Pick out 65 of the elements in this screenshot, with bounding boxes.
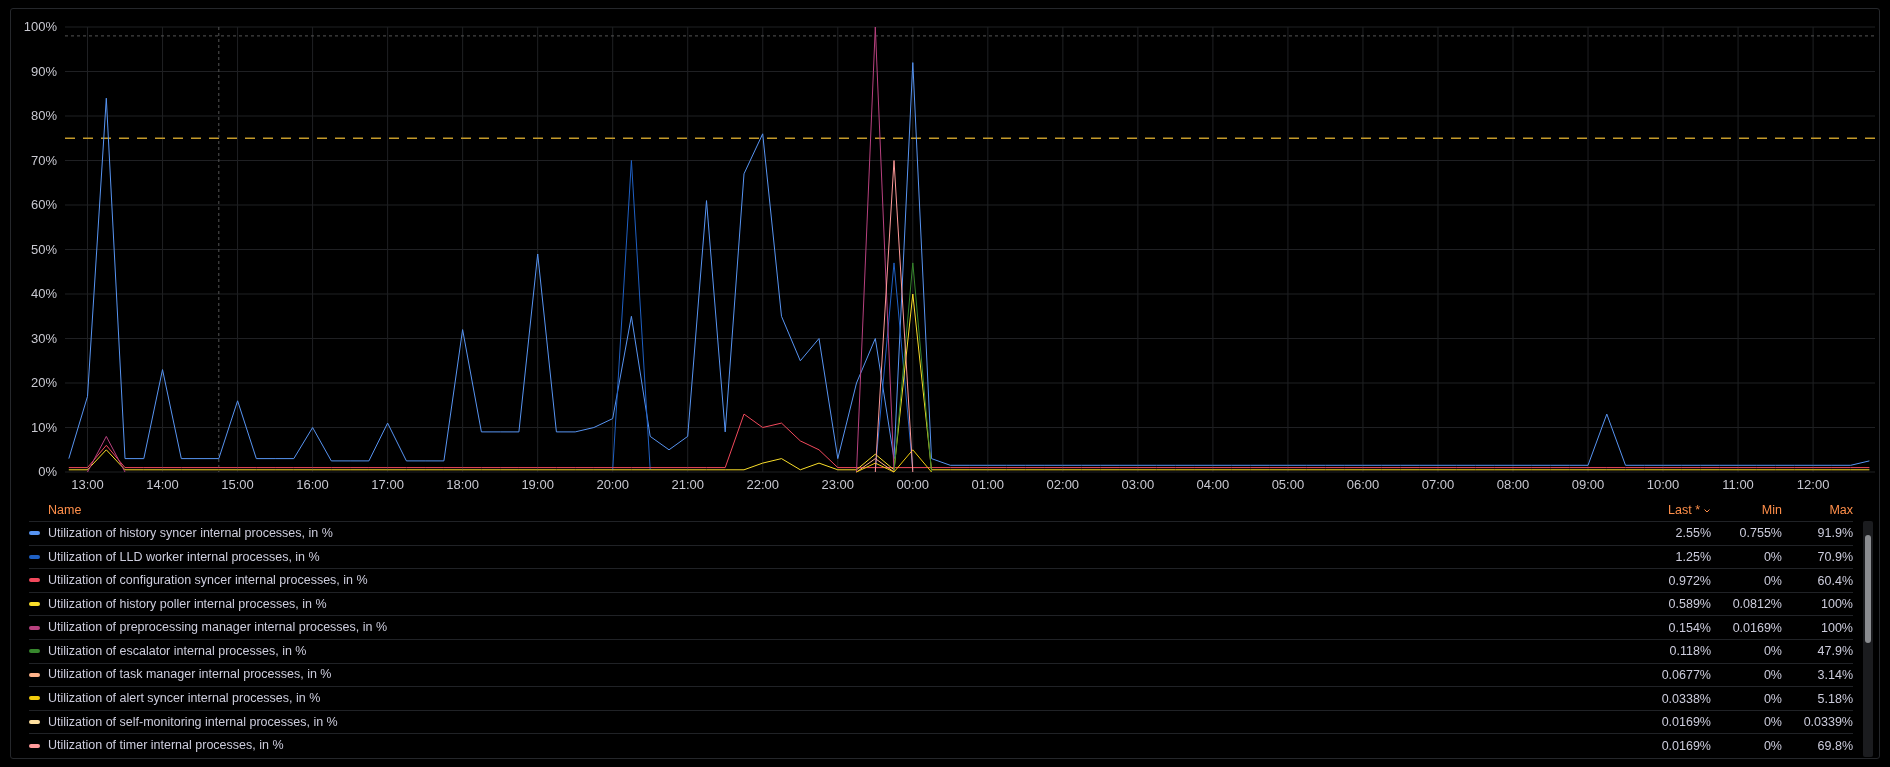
last-value: 0.118% bbox=[1669, 644, 1711, 659]
y-axis-label: 100% bbox=[23, 19, 57, 34]
x-axis-label: 00:00 bbox=[896, 477, 930, 492]
min-value: 0% bbox=[1763, 573, 1782, 588]
last-value: 0.0677% bbox=[1661, 668, 1711, 682]
max-value: 47.9% bbox=[1817, 644, 1853, 659]
min-value: 0% bbox=[1763, 668, 1782, 682]
x-axis-label: 03:00 bbox=[1121, 477, 1155, 492]
min-value: 0% bbox=[1763, 550, 1782, 564]
last-value: 0.154% bbox=[1668, 620, 1711, 635]
max-value: 70.9% bbox=[1817, 550, 1853, 564]
last-value: 2.55% bbox=[1675, 526, 1711, 541]
max-value: 91.9% bbox=[1817, 526, 1853, 541]
x-axis-label: 04:00 bbox=[1196, 477, 1230, 492]
x-axis-label: 07:00 bbox=[1421, 477, 1455, 492]
x-axis-label: 10:00 bbox=[1646, 477, 1680, 492]
y-axis-label: 60% bbox=[30, 197, 57, 212]
min-value: 0% bbox=[1763, 738, 1782, 753]
x-axis-label: 18:00 bbox=[446, 477, 479, 492]
y-axis-label: 80% bbox=[30, 108, 57, 123]
x-axis-label: 06:00 bbox=[1346, 477, 1380, 492]
y-axis-label: 40% bbox=[30, 286, 57, 301]
last-value: 0.0169% bbox=[1661, 738, 1711, 753]
last-value: 0.589% bbox=[1668, 597, 1711, 612]
y-axis-label: 0% bbox=[38, 464, 57, 479]
x-axis-label: 01:00 bbox=[971, 477, 1005, 492]
max-value: 0.0339% bbox=[1803, 715, 1853, 730]
max-value: 60.4% bbox=[1817, 573, 1853, 588]
max-value: 100% bbox=[1821, 620, 1853, 635]
max-value: 69.8% bbox=[1817, 738, 1853, 753]
min-value: 0.0169% bbox=[1732, 620, 1782, 635]
min-value: 0% bbox=[1763, 715, 1782, 730]
x-axis-label: 14:00 bbox=[146, 477, 179, 492]
min-value: 0.755% bbox=[1739, 526, 1782, 541]
x-axis-label: 13:00 bbox=[71, 477, 104, 492]
max-value: 100% bbox=[1821, 597, 1853, 612]
x-axis-label: 21:00 bbox=[671, 477, 704, 492]
last-value: 0.0338% bbox=[1661, 691, 1711, 706]
x-axis-label: 11:00 bbox=[1722, 477, 1754, 492]
x-axis-label: 02:00 bbox=[1046, 477, 1080, 492]
x-axis-label: 19:00 bbox=[521, 477, 554, 492]
x-axis-label: 22:00 bbox=[746, 477, 779, 492]
y-axis-label: 70% bbox=[30, 152, 57, 168]
x-axis-label: 08:00 bbox=[1496, 477, 1530, 492]
x-axis-label: 09:00 bbox=[1571, 477, 1605, 492]
x-axis-label: 23:00 bbox=[821, 477, 855, 492]
max-value: 5.18% bbox=[1817, 691, 1853, 706]
y-axis-label: 90% bbox=[30, 63, 57, 79]
max-value: 3.14% bbox=[1817, 668, 1853, 682]
y-axis-label: 10% bbox=[30, 419, 57, 435]
min-value: 0% bbox=[1763, 691, 1782, 706]
x-axis-label: 20:00 bbox=[596, 477, 629, 492]
y-axis-label: 30% bbox=[30, 330, 57, 346]
last-value: 1.25% bbox=[1675, 550, 1711, 564]
x-axis-label: 12:00 bbox=[1796, 477, 1830, 492]
x-axis-label: 17:00 bbox=[371, 477, 404, 492]
last-value: 0.972% bbox=[1668, 573, 1711, 588]
x-axis-label: 16:00 bbox=[296, 477, 329, 492]
x-axis-label: 05:00 bbox=[1271, 477, 1305, 492]
y-axis-label: 50% bbox=[30, 241, 57, 257]
min-value: 0% bbox=[1763, 644, 1782, 659]
y-axis-label: 20% bbox=[30, 375, 57, 390]
x-axis-label: 15:00 bbox=[221, 477, 254, 492]
min-value: 0.0812% bbox=[1732, 597, 1782, 612]
last-value: 0.0169% bbox=[1661, 715, 1711, 730]
